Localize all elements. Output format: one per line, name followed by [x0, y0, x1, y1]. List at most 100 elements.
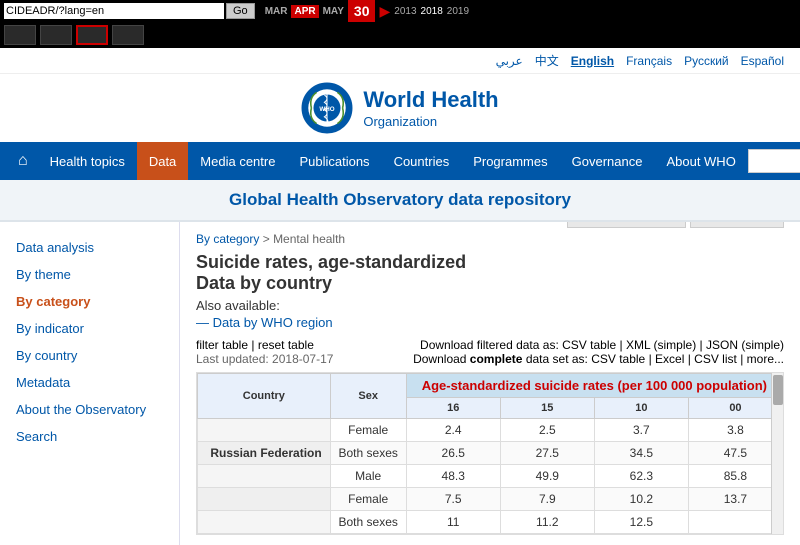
- lang-french[interactable]: Français: [626, 54, 672, 68]
- last-updated: Last updated: 2018-07-17: [196, 352, 333, 366]
- scrollbar[interactable]: [771, 373, 783, 534]
- table-controls: filter table | reset table Last updated:…: [196, 338, 333, 366]
- col-year-2000: 00: [688, 398, 782, 419]
- sidebar-item-by-category[interactable]: By category: [0, 288, 179, 315]
- nav-search-area: Search: [748, 142, 800, 180]
- table-cell-value: 7.9: [500, 488, 594, 511]
- cal-month-may: MAY: [323, 6, 344, 17]
- main-content: By category > Mental health Interactive …: [180, 222, 800, 545]
- table-cell-country: [198, 488, 331, 511]
- wayback-thumb-1[interactable]: [4, 25, 36, 45]
- table-cell-value: 49.9: [500, 465, 594, 488]
- sidebar-item-about-observatory[interactable]: About the Observatory: [0, 396, 179, 423]
- download-excel[interactable]: Excel: [655, 352, 684, 366]
- org-name-line1: World Health: [363, 87, 498, 113]
- table-cell-value: 26.5: [406, 442, 500, 465]
- wayback-url-input[interactable]: [4, 3, 224, 19]
- wayback-calendar: MAR APR MAY 30 ▶ 2013 2018 2019: [265, 0, 469, 22]
- table-cell-country: [198, 511, 331, 534]
- lang-english[interactable]: English: [571, 54, 614, 68]
- table-cell-value: 34.5: [594, 442, 688, 465]
- table-cell-value: 11: [406, 511, 500, 534]
- cal-year-2019: 2019: [447, 6, 469, 17]
- lang-russian[interactable]: Русский: [684, 54, 729, 68]
- nav-about-who[interactable]: About WHO: [654, 142, 747, 180]
- breadcrumb-mental-health: Mental health: [273, 232, 345, 246]
- table-row: Male48.349.962.385.8: [198, 465, 783, 488]
- download-xml[interactable]: XML (simple): [626, 338, 696, 352]
- also-available-label: Also available:: [196, 298, 784, 313]
- table-cell-value: 62.3: [594, 465, 688, 488]
- col-year-2010: 10: [594, 398, 688, 419]
- scrollbar-thumb: [773, 375, 783, 405]
- table-cell-value: 3.7: [594, 419, 688, 442]
- nav-countries[interactable]: Countries: [382, 142, 462, 180]
- table-row: Female2.42.53.73.8: [198, 419, 783, 442]
- table-cell-country: [198, 465, 331, 488]
- col-header-sex: Sex: [330, 374, 406, 419]
- sidebar: Data analysis By theme By category By in…: [0, 222, 180, 545]
- cal-month-mar: MAR: [265, 6, 288, 17]
- sidebar-item-by-theme[interactable]: By theme: [0, 261, 179, 288]
- cal-year-2013: 2013: [394, 6, 416, 17]
- wayback-thumb-2[interactable]: [40, 25, 72, 45]
- heading-line1: Suicide rates, age-standardized: [196, 252, 784, 273]
- page-title: Global Health Observatory data repositor…: [10, 190, 790, 210]
- nav-home-button[interactable]: ⌂: [8, 142, 38, 180]
- data-table-wrapper: Country Sex Age-standardized suicide rat…: [196, 372, 784, 535]
- table-cell-value: [688, 511, 782, 534]
- breadcrumb-separator: >: [263, 232, 273, 246]
- wayback-thumb-3[interactable]: [112, 25, 144, 45]
- table-cell-value: 47.5: [688, 442, 782, 465]
- table-row: Both sexes1111.212.5: [198, 511, 783, 534]
- table-cell-country: Russian Federation: [198, 442, 331, 465]
- data-table: Country Sex Age-standardized suicide rat…: [197, 373, 783, 534]
- reset-table-link[interactable]: reset table: [258, 338, 314, 352]
- sidebar-item-search[interactable]: Search: [0, 423, 179, 450]
- cal-month-apr: APR: [291, 5, 318, 18]
- cal-date: 30: [348, 0, 376, 22]
- lang-chinese[interactable]: 中文: [535, 52, 559, 69]
- static-graph-button[interactable]: Static graph: [690, 222, 784, 228]
- sidebar-item-by-indicator[interactable]: By indicator: [0, 315, 179, 342]
- table-row: Female7.57.910.213.7: [198, 488, 783, 511]
- breadcrumb-by-category[interactable]: By category: [196, 232, 259, 246]
- col-year-2016: 16: [406, 398, 500, 419]
- download-complete-csv[interactable]: CSV table: [591, 352, 645, 366]
- download-json[interactable]: JSON (simple): [706, 338, 784, 352]
- wayback-thumb-active[interactable]: [76, 25, 108, 45]
- wayback-thumbnails-row: [0, 22, 800, 48]
- download-more[interactable]: more...: [747, 352, 784, 366]
- wayback-go-button[interactable]: Go: [226, 3, 255, 19]
- table-cell-value: 10.2: [594, 488, 688, 511]
- nav-publications[interactable]: Publications: [287, 142, 381, 180]
- nav-media-centre[interactable]: Media centre: [188, 142, 287, 180]
- nav-search-input[interactable]: [748, 149, 800, 173]
- nav-data[interactable]: Data: [137, 142, 188, 180]
- download-csv-list[interactable]: CSV list: [694, 352, 737, 366]
- who-logo-text: World Health Organization: [363, 87, 498, 128]
- sidebar-item-metadata[interactable]: Metadata: [0, 369, 179, 396]
- table-cell-value: 7.5: [406, 488, 500, 511]
- also-link-who-region[interactable]: Data by WHO region: [196, 315, 784, 330]
- filter-table-link[interactable]: filter table: [196, 338, 248, 352]
- cal-next-arrow[interactable]: ▶: [379, 3, 390, 20]
- lang-arabic[interactable]: عربي: [496, 54, 523, 68]
- table-cell-sex: Female: [330, 488, 406, 511]
- content-heading: Suicide rates, age-standardized Data by …: [196, 252, 784, 294]
- nav-health-topics[interactable]: Health topics: [38, 142, 137, 180]
- download-links: Download filtered data as: CSV table | X…: [413, 338, 784, 366]
- interactive-graph-button[interactable]: Interactive graph: [567, 222, 686, 228]
- cal-year-2018: 2018: [421, 6, 443, 17]
- org-name-line2: Organization: [363, 114, 498, 129]
- table-cell-sex: Female: [330, 419, 406, 442]
- nav-governance[interactable]: Governance: [560, 142, 655, 180]
- breadcrumb: By category > Mental health: [196, 232, 784, 246]
- lang-spanish[interactable]: Español: [741, 54, 784, 68]
- download-csv-table[interactable]: CSV table: [562, 338, 616, 352]
- sidebar-item-data-analysis[interactable]: Data analysis: [0, 234, 179, 261]
- nav-programmes[interactable]: Programmes: [461, 142, 559, 180]
- sidebar-item-by-country[interactable]: By country: [0, 342, 179, 369]
- who-header: WHO World Health Organization: [0, 74, 800, 142]
- wayback-bar: Go MAR APR MAY 30 ▶ 2013 2018 2019: [0, 0, 800, 22]
